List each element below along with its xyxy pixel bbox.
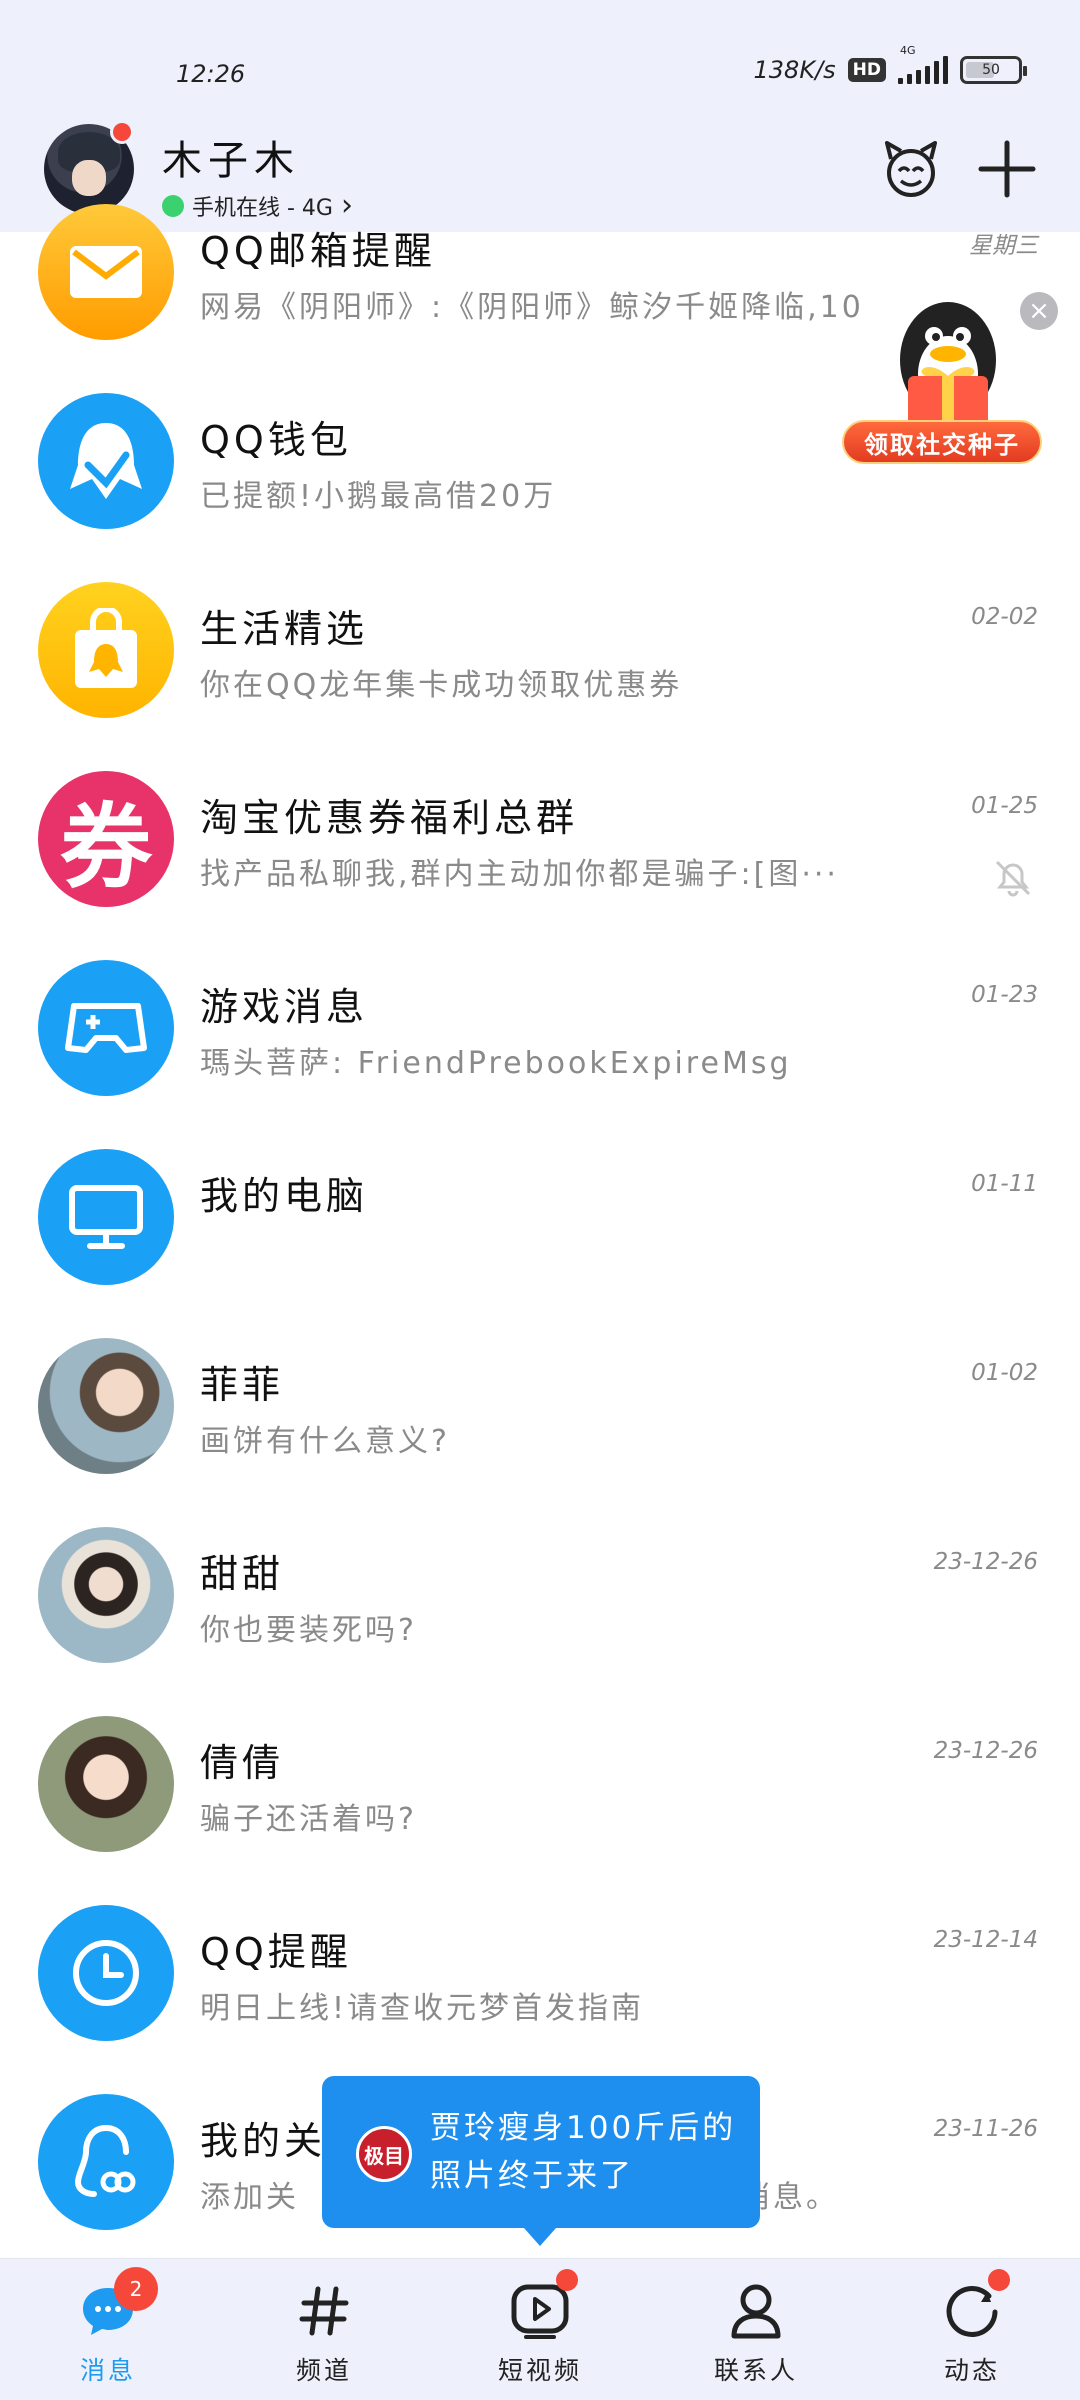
conversation-title: 我的关 <box>200 2119 327 2163</box>
conversation-title: QQ提醒 <box>200 1930 352 1974</box>
avatar-notification-dot <box>110 120 134 144</box>
my-nickname[interactable]: 木子木 <box>162 128 300 186</box>
conversation-title: 游戏消息 <box>200 985 369 1029</box>
mail-icon <box>38 204 174 340</box>
close-icon[interactable]: × <box>1020 292 1058 330</box>
bottom-tab-bar: 2 消息 频道 短视频 联系人 动态 <box>0 2258 1080 2400</box>
avatar <box>38 1527 174 1663</box>
tab-label: 频道 <box>295 2356 352 2385</box>
video-play-icon <box>508 2269 578 2343</box>
avatar <box>38 1338 174 1474</box>
news-popup-text: 贾玲瘦身100斤后的 照片终于来了 <box>430 2104 736 2200</box>
conversation-time: 01-25 <box>971 793 1038 819</box>
follow-icon <box>38 2094 174 2230</box>
conversation-title: 甜甜 <box>200 1552 285 1596</box>
conversation-time: 23-12-26 <box>933 1549 1038 1575</box>
conversation-time: 01-02 <box>971 1360 1038 1386</box>
conversation-item[interactable]: 菲菲 画饼有什么意义? 01-02 <box>0 1318 1080 1507</box>
conversation-preview: 骗子还活着吗? <box>200 1802 417 1837</box>
unread-badge: 2 <box>114 2267 158 2311</box>
conversation-time: 01-11 <box>971 1171 1038 1197</box>
conversation-title: 倩倩 <box>200 1741 285 1785</box>
tab-messages[interactable]: 2 消息 <box>0 2259 216 2400</box>
gamepad-icon <box>38 960 174 1096</box>
news-popup[interactable]: 极目 贾玲瘦身100斤后的 照片终于来了 <box>322 2076 760 2246</box>
mute-bell-icon <box>992 857 1034 903</box>
conversation-time: 01-23 <box>971 982 1038 1008</box>
conversation-item[interactable]: QQ提醒 明日上线!请查收元梦首发指南 23-12-14 <box>0 1885 1080 2074</box>
conversation-title: 淘宝优惠券福利总群 <box>200 796 579 840</box>
chat-bubble-icon: 2 <box>76 2267 158 2343</box>
conversation-title: 我的电脑 <box>200 1174 369 1218</box>
clock-icon <box>38 1905 174 2041</box>
conversation-preview: 你也要装死吗? <box>200 1613 417 1648</box>
conversation-preview: 画饼有什么意义? <box>200 1424 450 1459</box>
avatar <box>38 1716 174 1852</box>
conversation-item[interactable]: 券 淘宝优惠券福利总群 找产品私聊我,群内主动加你都是骗子:[图··· 01-2… <box>0 751 1080 940</box>
tab-short-video[interactable]: 短视频 <box>432 2259 648 2400</box>
conversation-title: QQ邮箱提醒 <box>200 229 436 273</box>
hd-badge: HD <box>847 58 886 82</box>
conversation-item[interactable]: 我的电脑 01-11 <box>0 1129 1080 1318</box>
tab-label: 联系人 <box>713 2356 798 2385</box>
tab-label: 动态 <box>943 2356 1000 2385</box>
tab-feeds[interactable]: 动态 <box>864 2259 1080 2400</box>
hashtag-icon <box>292 2279 356 2343</box>
conversation-item[interactable]: 生活精选 你在QQ龙年集卡成功领取优惠券 02-02 <box>0 562 1080 751</box>
network-type: 4G <box>900 44 916 57</box>
person-icon <box>724 2279 788 2343</box>
conversation-title: 生活精选 <box>200 607 369 651</box>
conversation-preview: 添加关 <box>200 2180 299 2215</box>
shopping-bag-icon <box>38 582 174 718</box>
conversation-time: 星期三 <box>969 233 1038 259</box>
battery-icon: 50 <box>960 56 1027 84</box>
news-logo: 极目 <box>356 2126 412 2182</box>
new-dot <box>988 2269 1010 2291</box>
news-popup-line2: 照片终于来了 <box>430 2158 634 2194</box>
tab-label: 短视频 <box>497 2356 582 2385</box>
conversation-preview: 找产品私聊我,群内主动加你都是骗子:[图··· <box>200 857 839 892</box>
conversation-time: 23-12-26 <box>933 1738 1038 1764</box>
conversation-preview: 瑪头菩萨: FriendPrebookExpireMsg <box>200 1046 792 1081</box>
tab-contacts[interactable]: 联系人 <box>648 2259 864 2400</box>
signal-icon: 4G <box>898 44 948 84</box>
coupon-glyph: 券 <box>59 793 152 901</box>
monitor-icon <box>38 1149 174 1285</box>
tab-label: 消息 <box>79 2356 136 2385</box>
status-time: 12:26 <box>176 60 246 88</box>
conversation-preview: 你在QQ龙年集卡成功领取优惠券 <box>200 668 683 703</box>
refresh-star-icon <box>940 2269 1010 2343</box>
tab-channels[interactable]: 频道 <box>216 2259 432 2400</box>
conversation-item[interactable]: 倩倩 骗子还活着吗? 23-12-26 <box>0 1696 1080 1885</box>
conversation-preview: 明日上线!请查收元梦首发指南 <box>200 1991 645 2026</box>
status-right: 138K/s HD 4G 50 <box>753 44 1027 84</box>
status-bar: 12:26 138K/s HD 4G 50 <box>0 44 1080 96</box>
conversation-preview: 已提额!小鹅最高借20万 <box>200 479 557 514</box>
news-popup-line1: 贾玲瘦身100斤后的 <box>430 2110 737 2146</box>
new-dot <box>556 2269 578 2291</box>
conversation-item[interactable]: 甜甜 你也要装死吗? 23-12-26 <box>0 1507 1080 1696</box>
conversation-title: QQ钱包 <box>200 418 352 462</box>
conversation-item[interactable]: 游戏消息 瑪头菩萨: FriendPrebookExpireMsg 01-23 <box>0 940 1080 1129</box>
conversation-title: 菲菲 <box>200 1363 285 1407</box>
conversation-time: 02-02 <box>971 604 1038 630</box>
conversation-preview: 网易《阴阳师》:《阴阳师》鲸汐千姬降临,10 <box>200 290 864 325</box>
coupon-icon: 券 <box>38 771 174 907</box>
gift-label-button[interactable]: 领取社交种子 <box>842 420 1042 464</box>
network-speed: 138K/s <box>753 56 836 84</box>
conversation-time: 23-12-14 <box>933 1927 1038 1953</box>
conversation-time: 23-11-26 <box>933 2116 1038 2142</box>
penguin-wallet-icon <box>38 393 174 529</box>
